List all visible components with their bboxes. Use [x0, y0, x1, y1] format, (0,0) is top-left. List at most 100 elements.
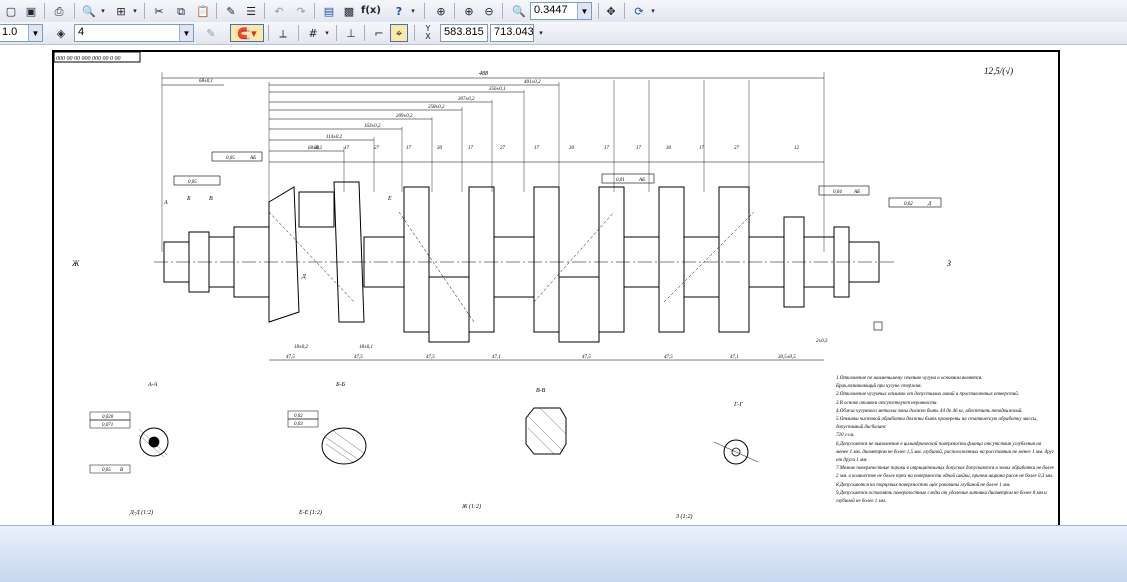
- layer-properties-icon[interactable]: ✎: [202, 24, 220, 42]
- library-icon[interactable]: ▩: [340, 2, 358, 20]
- properties-icon[interactable]: ✎: [222, 2, 240, 20]
- list-icon[interactable]: ☰: [242, 2, 260, 20]
- dim-text: 30: [569, 146, 574, 151]
- tolerance-frames: 0,05 АБ 0,05 0,01 АБ 0,04 АБ 0,02 Д: [173, 151, 942, 331]
- toolbar-separator: [314, 3, 315, 19]
- toolbar-separator: [336, 25, 337, 41]
- local-cs-icon[interactable]: ⟂: [274, 24, 292, 42]
- dim-text: 356±0,1: [489, 87, 506, 92]
- save-icon[interactable]: ▣: [22, 2, 40, 20]
- zoom-select[interactable]: 0.3447 ▼: [530, 2, 592, 20]
- tolerance-text: 0,05: [226, 156, 235, 161]
- copy-icon[interactable]: ⧉: [172, 2, 190, 20]
- dim-text: 12: [794, 146, 799, 151]
- dim-text: 30: [314, 146, 319, 151]
- dim-text: 47,5: [664, 355, 673, 360]
- help-button[interactable]: ?: [390, 2, 408, 20]
- chevron-down-icon[interactable]: ▼: [179, 25, 193, 41]
- dim-text: 47,1: [730, 355, 739, 360]
- zoom-scale-icon[interactable]: 🔍: [510, 2, 528, 20]
- zoom-window-icon[interactable]: ⊕: [432, 2, 450, 20]
- dim-text: 17: [534, 146, 539, 151]
- top-dimensions: 488 68±0,1 401±0,2 356±0,1 307±0,2 258±0…: [162, 70, 824, 152]
- cursor-y-field[interactable]: 713.043: [490, 24, 534, 42]
- refresh-icon[interactable]: ⟳: [630, 2, 648, 20]
- view-letters: Ж З А Б В Д Е: [71, 196, 951, 280]
- layer-value: 4: [78, 26, 85, 38]
- note-line: 8.Допускаются на торцевых поверхностях щ…: [836, 482, 1011, 488]
- tolerance-text: 0,03: [294, 422, 303, 427]
- dim-text: 163±0,2: [364, 124, 381, 129]
- toolbar-separator: [144, 3, 145, 19]
- dim-text: 18±0,1: [359, 345, 373, 350]
- ortho-icon[interactable]: ⊥: [342, 24, 360, 42]
- undo-icon[interactable]: ↶: [270, 2, 288, 20]
- note-line: 720 г·см.: [836, 433, 855, 439]
- note-line: 9.Допускается оставлять поверхностные сл…: [836, 490, 1047, 505]
- bottom-dimensions: 47,5 47,5 47,5 47,1 47,5 47,5 47,1 30,5±…: [269, 339, 828, 361]
- toolbar-separator: [268, 25, 269, 41]
- dim-text: 30,5±0,5: [778, 355, 796, 360]
- layer-select[interactable]: 4 ▼: [74, 24, 194, 42]
- chevron-down-icon[interactable]: ▾: [648, 2, 658, 20]
- toolbar-separator: [74, 3, 75, 19]
- chevron-down-icon[interactable]: ▾: [408, 2, 418, 20]
- status-bar: [0, 525, 1127, 582]
- dim-text: 488: [479, 70, 488, 77]
- zoom-in-icon[interactable]: ⊕: [460, 2, 478, 20]
- snap-icon[interactable]: 🧲▾: [230, 24, 264, 42]
- new-document-icon[interactable]: ▢: [2, 2, 20, 20]
- dim-text: 30: [437, 146, 442, 151]
- chevron-down-icon[interactable]: ▼: [28, 25, 42, 41]
- print-preview-icon[interactable]: 🔍: [80, 2, 98, 20]
- section-views: А-А Б-Б В-В Г-Г Д-Д (1:2) Е-Е (1:2) Ж (1…: [89, 382, 759, 520]
- manager-icon[interactable]: ▤: [320, 2, 338, 20]
- row-dimension-labels: 30 17 27 17 30 17 27 17 30 17 17 30 17 27 12: [54, 146, 1058, 156]
- section-label: З (1:2): [676, 513, 692, 520]
- toolbar-separator: [624, 3, 625, 19]
- dim-text: 17: [604, 146, 609, 151]
- cursor-snap-icon[interactable]: ⌖: [390, 24, 408, 42]
- dim-text: 401±0,2: [524, 80, 541, 85]
- tolerance-text: 0,05: [102, 468, 111, 473]
- datum-text: АБ: [638, 178, 645, 183]
- document-manager-icon[interactable]: ⊞: [112, 2, 130, 20]
- note-line: 2.Отклонение чугунных отливок от допусти…: [836, 392, 1020, 398]
- pan-icon[interactable]: ✥: [602, 2, 620, 20]
- chevron-down-icon[interactable]: ▾: [130, 2, 140, 20]
- dim-text: 47,5: [286, 355, 295, 360]
- line-style-value: 1.0: [2, 26, 18, 38]
- chevron-down-icon[interactable]: ▼: [577, 3, 591, 19]
- dim-text: 30: [666, 146, 671, 151]
- note-line: 7.Мелкие поверхностные пороки в отрицате…: [836, 466, 1054, 480]
- section-label: Ж (1:2): [461, 503, 481, 510]
- dim-text: 209±0,2: [396, 114, 413, 119]
- redo-icon[interactable]: ↷: [292, 2, 310, 20]
- variables-button[interactable]: f(x): [360, 2, 382, 20]
- dim-text: 17: [344, 146, 349, 151]
- layer-icon[interactable]: ◈: [52, 24, 70, 42]
- print-icon[interactable]: ⎙: [50, 2, 68, 20]
- section-label: Г-Г: [733, 402, 743, 408]
- dim-text: 258±0,2: [428, 105, 445, 110]
- note-line: 4.Обжиг чугунного металла зоны должен бы…: [836, 408, 1023, 414]
- cursor-x-field[interactable]: 583.815: [440, 24, 488, 42]
- round-icon[interactable]: ⌐: [370, 24, 388, 42]
- chevron-down-icon[interactable]: ▾: [98, 2, 108, 20]
- view-letter: Б: [186, 196, 191, 202]
- note-line: 1.Отклонение по наименьшему сечению чугу…: [836, 376, 983, 381]
- cut-icon[interactable]: ✂: [150, 2, 168, 20]
- grid-icon[interactable]: #: [304, 24, 322, 42]
- line-style-select[interactable]: 1.0 ▼: [0, 24, 43, 42]
- toolbar-separator: [298, 25, 299, 41]
- chevron-down-icon[interactable]: ▾: [322, 24, 332, 42]
- chevron-down-icon[interactable]: ▾: [536, 24, 546, 42]
- dim-text: 114±0,2: [326, 135, 343, 140]
- section-label: В-В: [536, 388, 546, 394]
- paste-icon[interactable]: 📋: [194, 2, 212, 20]
- roughness-mark: 12,5/(√): [984, 66, 1013, 76]
- zoom-out-icon[interactable]: ⊖: [480, 2, 498, 20]
- dim-text: 17: [636, 146, 641, 151]
- note-line: 6.Допускается не выполнение в цилиндриче…: [836, 441, 1054, 464]
- section-label: Е-Е (1:2): [298, 509, 322, 516]
